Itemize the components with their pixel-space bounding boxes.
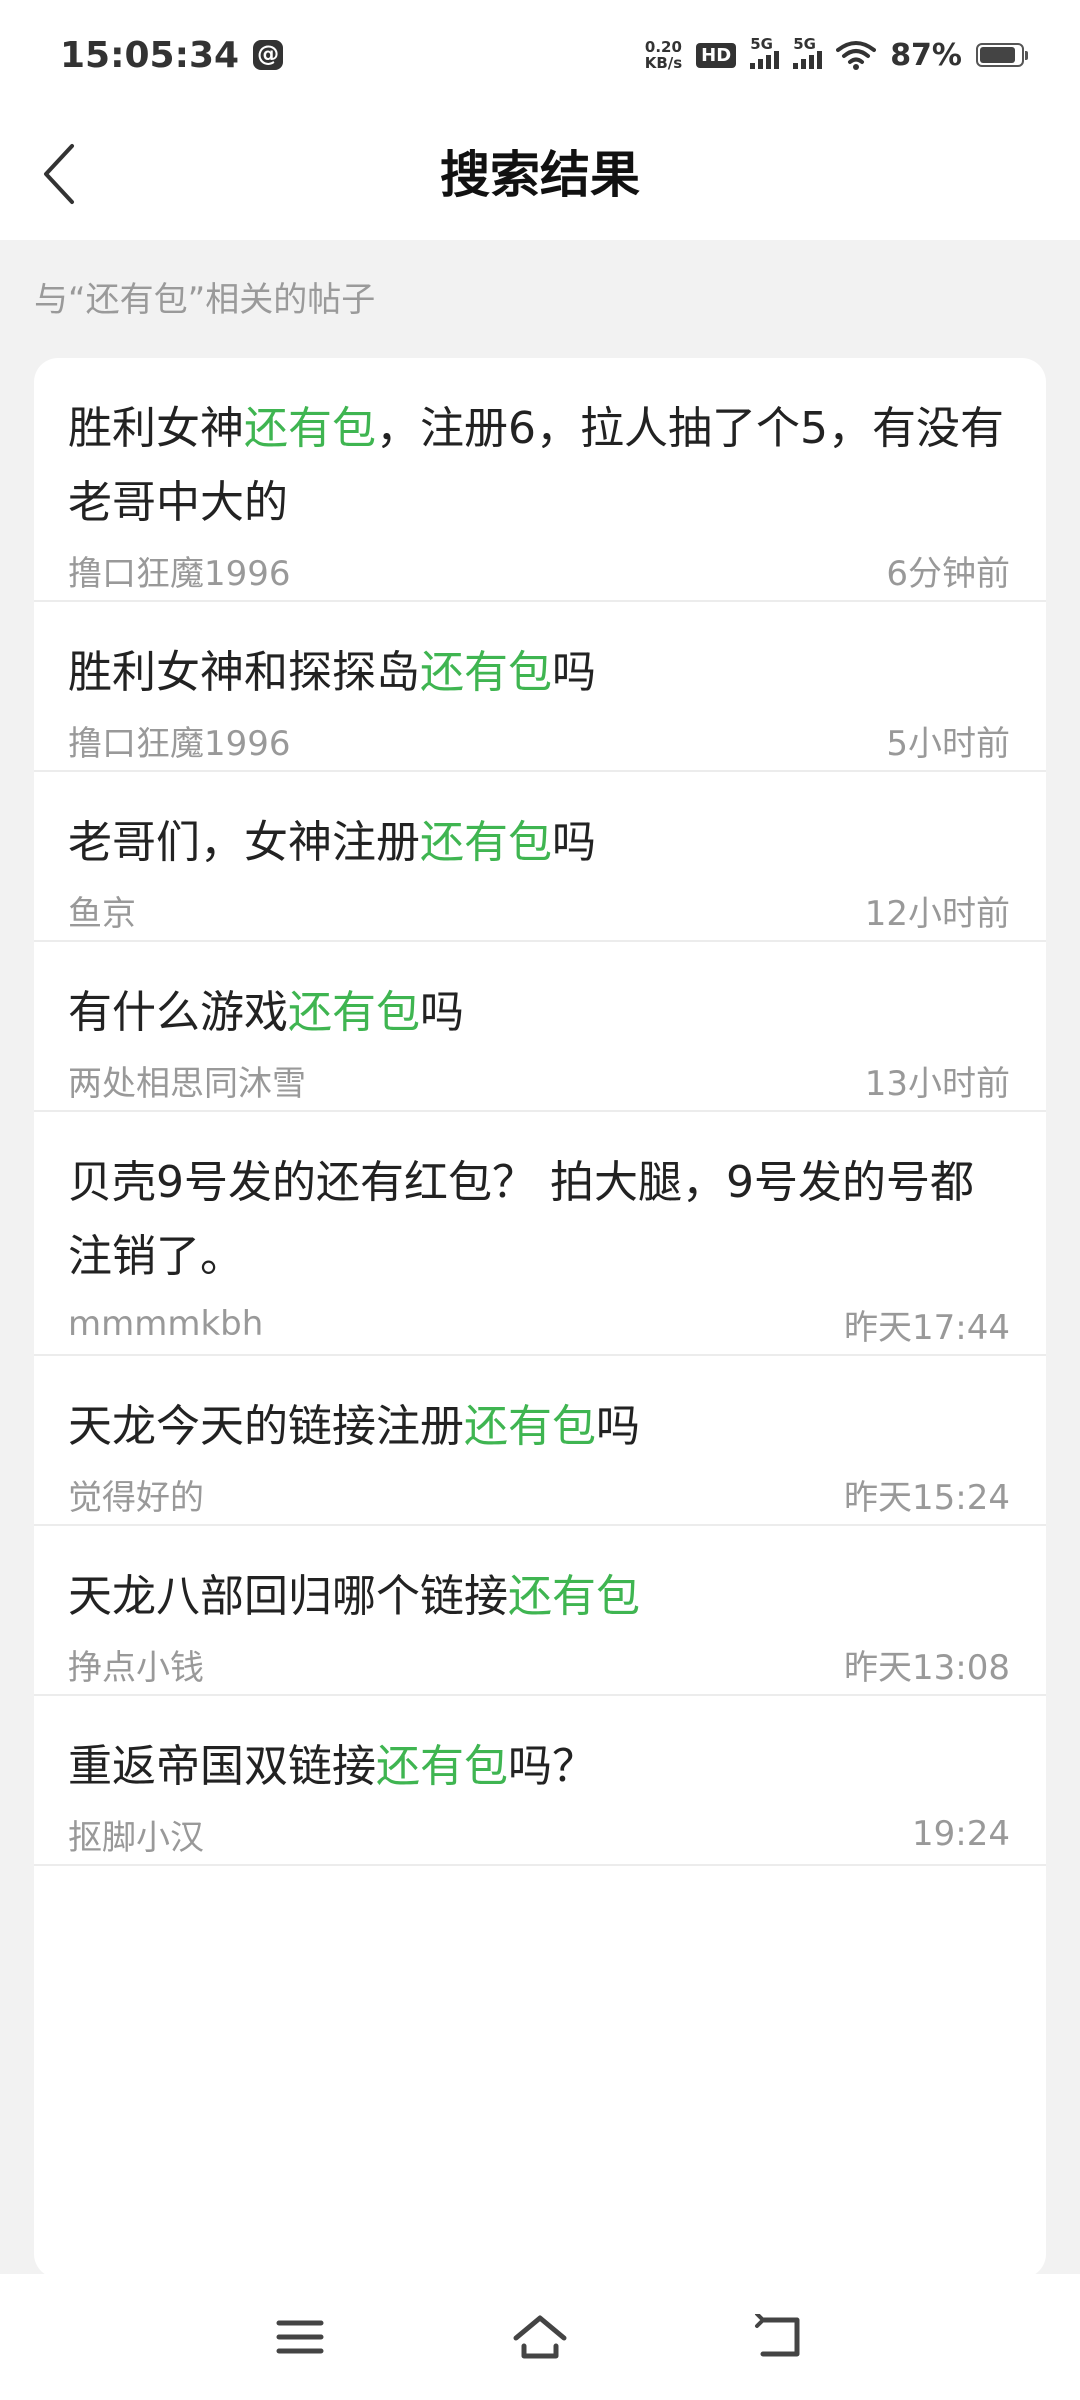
back-icon bbox=[755, 2314, 800, 2357]
status-right: 0.20 KB/s HD 5G 5G 87% bbox=[645, 35, 1028, 73]
post-meta: mmmmkbh 昨天17:44 bbox=[68, 1294, 1010, 1354]
post-meta: 挣点小钱 昨天13:08 bbox=[68, 1634, 1010, 1694]
home-icon bbox=[513, 2315, 567, 2359]
home-button[interactable] bbox=[500, 2297, 580, 2377]
post-time: 19:24 bbox=[912, 1814, 1010, 1854]
post-title: 老哥们，女神注册还有包吗 bbox=[68, 806, 1010, 880]
post-title: 胜利女神和探探岛还有包吗 bbox=[68, 636, 1010, 710]
status-time: 15:05:34 bbox=[60, 34, 240, 76]
post-author: 鱼京 bbox=[68, 893, 136, 934]
header: 搜索结果 bbox=[0, 110, 1080, 240]
post-item[interactable]: 胜利女神和探探岛还有包吗撸口狂魔1996 5小时前 bbox=[34, 602, 1046, 772]
post-time: 昨天13:08 bbox=[844, 1647, 1010, 1688]
post-meta: 觉得好的 昨天15:24 bbox=[68, 1464, 1010, 1524]
post-author: 撸口狂魔1996 bbox=[68, 553, 291, 594]
post-title-text: 胜利女神和探探岛 bbox=[68, 647, 420, 698]
hd-icon: HD bbox=[696, 42, 737, 68]
post-meta: 抠脚小汉 19:24 bbox=[68, 1804, 1010, 1864]
post-time: 13小时前 bbox=[864, 1063, 1010, 1104]
post-title-text: 胜利女神 bbox=[68, 403, 244, 454]
post-item[interactable]: 天龙今天的链接注册还有包吗觉得好的 昨天15:24 bbox=[34, 1356, 1046, 1526]
post-time: 昨天15:24 bbox=[844, 1477, 1010, 1518]
post-title: 贝壳9号发的还有红包？ 拍大腿，9号发的号都注销了。 bbox=[68, 1146, 1010, 1294]
post-title-text: 吗 bbox=[552, 647, 596, 698]
back-button[interactable] bbox=[20, 134, 100, 214]
post-title-text: 天龙今天的链接注册 bbox=[68, 1401, 464, 1452]
page-title: 搜索结果 bbox=[440, 146, 640, 204]
menu-button[interactable] bbox=[260, 2297, 340, 2377]
post-meta: 撸口狂魔1996 6分钟前 bbox=[68, 540, 1010, 600]
post-time: 昨天17:44 bbox=[844, 1307, 1010, 1348]
post-title-highlight: 还有包 bbox=[244, 403, 376, 454]
section-label: 与“还有包”相关的帖子 bbox=[34, 280, 376, 320]
post-title-highlight: 还有包 bbox=[508, 1571, 640, 1622]
post-item[interactable]: 天龙八部回归哪个链接还有包挣点小钱 昨天13:08 bbox=[34, 1526, 1046, 1696]
status-left: 15:05:34 @ bbox=[60, 34, 284, 76]
status-bar: 15:05:34 @ 0.20 KB/s HD 5G 5G 87% bbox=[0, 0, 1080, 110]
network-speed-value: 0.20 bbox=[644, 38, 682, 56]
signal-type-label: 5G bbox=[750, 35, 773, 53]
post-title: 天龙八部回归哪个链接还有包 bbox=[68, 1560, 1010, 1634]
wifi-icon bbox=[836, 41, 877, 70]
post-title-text: 有什么游戏 bbox=[68, 987, 288, 1038]
signal-icon: 5G bbox=[750, 35, 780, 69]
post-title-highlight: 还有包 bbox=[420, 817, 552, 868]
post-title-highlight: 还有包 bbox=[288, 987, 420, 1038]
post-title-text: 重返帝国双链接 bbox=[68, 1741, 376, 1792]
results-list: 胜利女神还有包，注册6，拉人抽了个5，有没有老哥中大的 撸口狂魔1996 6分钟前胜… bbox=[34, 358, 1046, 2278]
post-item[interactable]: 贝壳9号发的还有红包？ 拍大腿，9号发的号都注销了。 mmmmkbh 昨天17:44 bbox=[34, 1112, 1046, 1356]
post-title-text: 贝壳9号发的还有红包？ 拍大腿，9号发的号都注销了。 bbox=[68, 1157, 974, 1282]
post-title-text: 天龙八部回归哪个链接 bbox=[68, 1571, 508, 1622]
post-item[interactable]: 老哥们，女神注册还有包吗鱼京 12小时前 bbox=[34, 772, 1046, 942]
system-nav-bar bbox=[0, 2274, 1080, 2400]
post-time: 12小时前 bbox=[864, 893, 1010, 934]
post-author: 两处相思同沐雪 bbox=[68, 1063, 306, 1104]
post-item[interactable]: 有什么游戏还有包吗两处相思同沐雪 13小时前 bbox=[34, 942, 1046, 1112]
post-author: mmmmkbh bbox=[68, 1304, 264, 1344]
chevron-left-icon bbox=[44, 144, 74, 204]
post-title: 有什么游戏还有包吗 bbox=[68, 976, 1010, 1050]
signal-icon: 5G bbox=[793, 35, 823, 69]
post-author: 觉得好的 bbox=[68, 1477, 204, 1518]
at-icon: @ bbox=[253, 40, 284, 70]
post-author: 撸口狂魔1996 bbox=[68, 723, 291, 764]
network-speed-unit: KB/s bbox=[644, 54, 683, 72]
battery-percent: 87% bbox=[890, 37, 962, 73]
post-title-text: 吗？ bbox=[508, 1741, 596, 1792]
system-back-button[interactable] bbox=[740, 2297, 820, 2377]
post-title-highlight: 还有包 bbox=[376, 1741, 508, 1792]
post-title: 天龙今天的链接注册还有包吗 bbox=[68, 1390, 1010, 1464]
battery-icon bbox=[976, 43, 1028, 67]
signal-type-label: 5G bbox=[793, 35, 816, 53]
post-title: 重返帝国双链接还有包吗？ bbox=[68, 1730, 1010, 1804]
post-title-text: 吗 bbox=[596, 1401, 640, 1452]
post-title-text: 吗 bbox=[552, 817, 596, 868]
post-author: 挣点小钱 bbox=[68, 1647, 204, 1688]
post-title-highlight: 还有包 bbox=[464, 1401, 596, 1452]
post-time: 6分钟前 bbox=[886, 553, 1010, 594]
post-meta: 两处相思同沐雪 13小时前 bbox=[68, 1050, 1010, 1110]
menu-icon bbox=[276, 2320, 324, 2354]
post-author: 抠脚小汉 bbox=[68, 1817, 204, 1858]
post-title-highlight: 还有包 bbox=[420, 647, 552, 698]
post-item[interactable]: 胜利女神还有包，注册6，拉人抽了个5，有没有老哥中大的撸口狂魔1996 6分钟前 bbox=[34, 358, 1046, 602]
post-title-text: 吗 bbox=[420, 987, 464, 1038]
network-speed: 0.20 KB/s bbox=[645, 39, 682, 71]
post-title: 胜利女神还有包，注册6，拉人抽了个5，有没有老哥中大的 bbox=[68, 392, 1010, 540]
post-item[interactable]: 重返帝国双链接还有包吗？ 抠脚小汉 19:24 bbox=[34, 1696, 1046, 1866]
post-title-text: 老哥们，女神注册 bbox=[68, 817, 420, 868]
post-meta: 撸口狂魔1996 5小时前 bbox=[68, 710, 1010, 770]
post-meta: 鱼京 12小时前 bbox=[68, 880, 1010, 940]
post-time: 5小时前 bbox=[886, 723, 1010, 764]
